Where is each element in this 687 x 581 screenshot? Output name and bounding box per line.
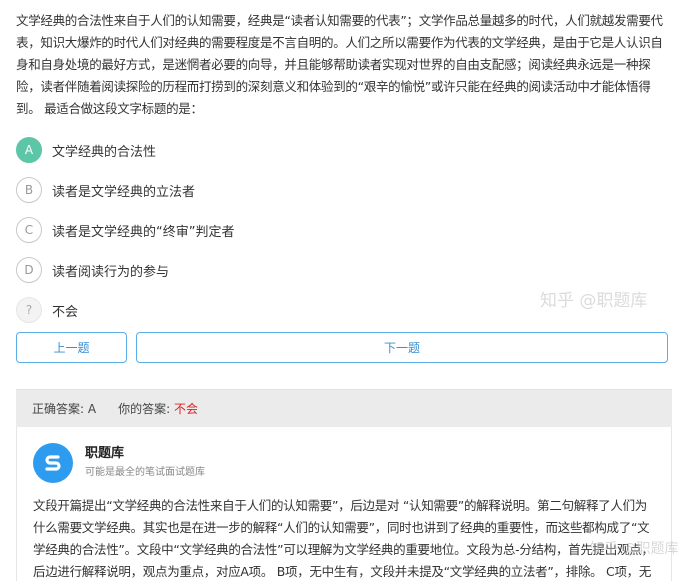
your-answer-value: 不会 [173,402,198,416]
question-navigation: 上一题 下一题 [16,332,668,363]
brand-header: 职题库 可能是最全的笔试面试题库 [33,443,205,483]
explanation-panel: 职题库 可能是最全的笔试面试题库 文段开篇提出“文学经典的合法性来自于人们的认知… [16,427,672,581]
brand-name[interactable]: 职题库 [85,444,205,464]
option-c-badge: C [16,217,42,243]
option-a-badge: A [16,137,42,163]
brand-logo-icon[interactable] [33,443,73,483]
option-a-label: 文学经典的合法性 [52,144,157,160]
option-dont-know[interactable]: ? 不会 [16,290,672,330]
options-list: A 文学经典的合法性 B 读者是文学经典的立法者 C 读者是文学经典的“终审”判… [16,130,672,330]
option-a[interactable]: A 文学经典的合法性 [16,130,672,170]
your-answer-label: 你的答案: [118,402,171,416]
option-b-badge: B [16,177,42,203]
option-dont-know-label: 不会 [52,304,79,320]
explanation-text: 文段开篇提出“文学经典的合法性来自于人们的认知需要”，后边是对 “认知需要”的解… [33,498,654,579]
option-c-label: 读者是文学经典的“终审”判定者 [52,224,235,240]
option-c[interactable]: C 读者是文学经典的“终审”判定者 [16,210,672,250]
option-d[interactable]: D 读者阅读行为的参与 [16,250,672,290]
correct-answer-label: 正确答案: A [32,402,97,416]
option-d-label: 读者阅读行为的参与 [52,264,170,280]
option-b[interactable]: B 读者是文学经典的立法者 [16,170,672,210]
answer-summary-bar: 正确答案: A 你的答案: 不会 [16,389,672,427]
prev-question-button[interactable]: 上一题 [16,332,127,363]
option-d-badge: D [16,257,42,283]
next-question-button[interactable]: 下一题 [136,332,668,363]
question-mark-icon: ? [16,297,42,323]
brand-tagline: 可能是最全的笔试面试题库 [85,467,205,478]
question-text: 文学经典的合法性来自于人们的认知需要，经典是“读者认知需要的代表”；文学作品总量… [16,13,663,116]
option-b-label: 读者是文学经典的立法者 [52,184,196,200]
